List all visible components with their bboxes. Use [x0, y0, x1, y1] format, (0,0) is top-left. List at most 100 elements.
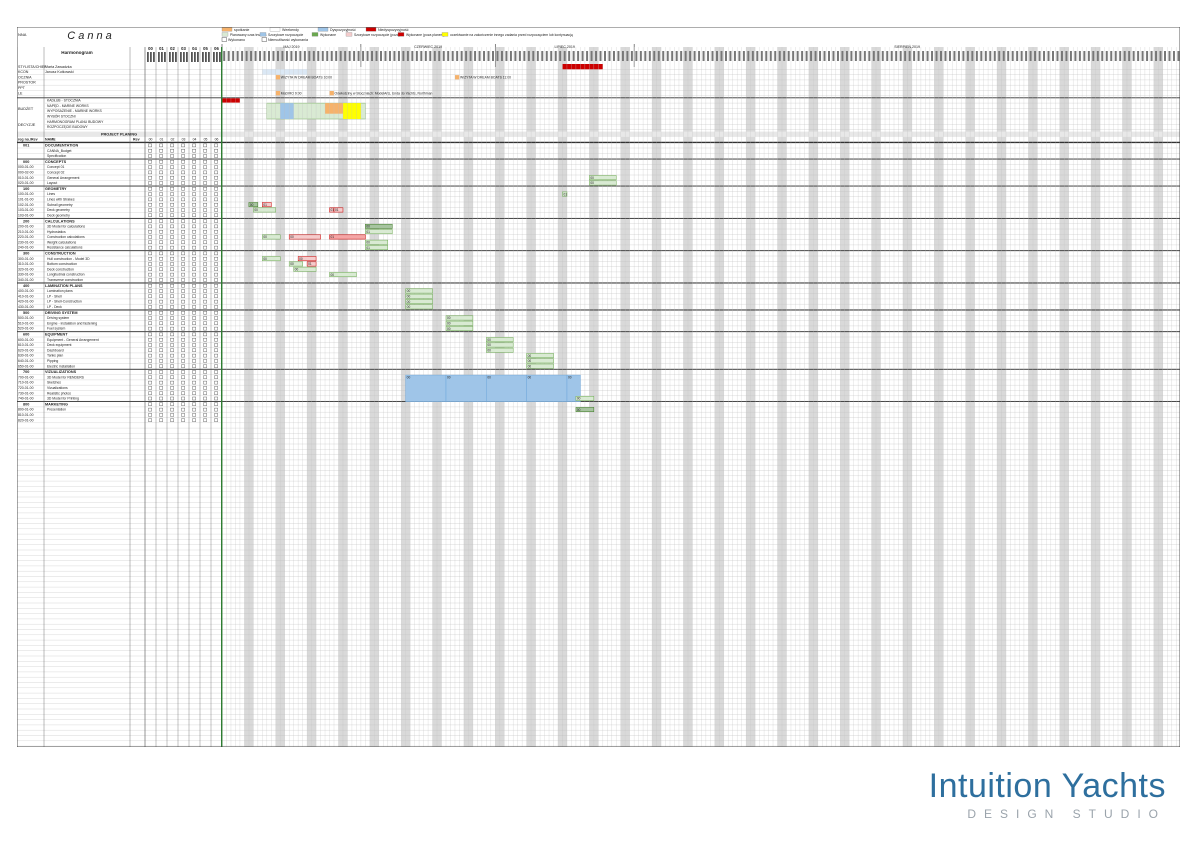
day-tick [805, 51, 808, 61]
day-tick [989, 51, 992, 61]
weekend-column [1001, 47, 1006, 747]
gantt-bar-label: 00 [407, 376, 411, 380]
day-tick [411, 51, 414, 61]
day-tick [263, 51, 266, 61]
rev-checkbox [214, 359, 218, 363]
rev-checkbox [181, 181, 185, 185]
row-name: Subrail geometry [47, 203, 73, 207]
day-tick [245, 51, 248, 61]
rev-checkbox [192, 235, 196, 239]
rev-checkbox [170, 359, 174, 363]
gantt-bar [526, 374, 568, 402]
nna-label: NNA [18, 32, 27, 37]
weekend-column [1064, 47, 1069, 747]
gantt-bar-label: 01 [335, 208, 339, 212]
meeting-marker [275, 75, 281, 80]
row-name: Deck geometry [47, 208, 70, 212]
rev-checkbox [170, 192, 174, 196]
row-code: 310-01-00 [18, 262, 34, 266]
row-name: Concept 02 [47, 171, 64, 175]
day-tick [823, 51, 826, 61]
row-code: 740-01-00 [18, 397, 34, 401]
rev-status-glyph [197, 52, 199, 62]
day-tick [1056, 51, 1059, 61]
weekend-column [280, 47, 285, 747]
day-tick [1132, 51, 1135, 61]
day-tick [308, 51, 311, 61]
day-tick [868, 51, 871, 61]
rev-checkbox [192, 359, 196, 363]
day-tick [577, 51, 580, 61]
rev-checkbox [148, 299, 152, 304]
rev-checkbox [181, 402, 185, 406]
section-title: MARKETING [45, 403, 68, 407]
rev-checkbox [192, 219, 196, 223]
day-tick [1092, 51, 1095, 61]
rev-checkbox [148, 181, 152, 185]
availability-cell [298, 69, 303, 75]
rev-checkbox [159, 149, 163, 153]
day-tick [1047, 51, 1050, 61]
unavailable-cell [580, 64, 585, 70]
section-code: 000 [23, 160, 29, 164]
rev-status-glyph [208, 52, 210, 62]
day-tick [527, 51, 530, 61]
rev-checkbox [203, 321, 207, 325]
legend-swatch [317, 27, 329, 32]
rev-checkbox [203, 359, 207, 363]
day-tick [1087, 51, 1090, 61]
rev-checkbox [192, 272, 196, 277]
rev-checkbox [170, 208, 174, 212]
day-tick [621, 51, 624, 61]
rev-checkbox [203, 267, 207, 271]
row-name: Layout [47, 181, 57, 185]
day-tick [460, 51, 463, 61]
rev-checkbox [159, 332, 163, 337]
legend-swatch [365, 27, 377, 32]
unavailable-cell [593, 64, 599, 70]
rev-checkbox [203, 396, 207, 401]
legend-swatch [259, 32, 267, 37]
weekend-column [902, 47, 908, 747]
gantt-bar-label: 00 [407, 300, 411, 304]
rev-status-glyph [194, 52, 196, 62]
row-name: Vizualizations [47, 386, 68, 390]
rev-checkbox [181, 245, 185, 250]
day-tick [854, 51, 857, 61]
budget-bar [280, 103, 294, 119]
weekend-column [620, 47, 626, 747]
budget-group-label: DECYZJE [18, 123, 36, 127]
day-tick [984, 51, 987, 61]
row-code: 103-01-00 [18, 208, 34, 212]
day-tick [796, 51, 799, 61]
row-name: Engine - instalation and fastening [47, 321, 97, 325]
day-tick [518, 51, 521, 61]
rev-checkbox [148, 154, 152, 158]
gantt-bar [445, 374, 487, 402]
rev-checkbox [203, 413, 207, 417]
weekend-column [1091, 47, 1096, 747]
gantt-bar-label: 01 [366, 246, 370, 250]
row-code: 800-01-00 [18, 408, 34, 412]
day-tick [1029, 51, 1032, 61]
day-tick [496, 51, 499, 61]
row-name: Deck equipment [47, 343, 72, 347]
rev-status-glyph [147, 52, 149, 62]
day-tick [702, 51, 705, 61]
day-tick [742, 51, 745, 61]
person-role: STYLISTA/CHIEF [18, 65, 47, 69]
weekend-column [746, 47, 751, 747]
rev-checkbox [159, 407, 163, 412]
rev-checkbox [181, 170, 185, 175]
rev-checkbox [192, 294, 196, 298]
row-code: 600-01-00 [18, 338, 34, 342]
budget-item: NAPĘD - MARINE WORKS [47, 104, 89, 108]
rev-checkbox [181, 375, 185, 379]
gantt-bar-label: 00 [407, 295, 411, 299]
day-tick [456, 51, 459, 61]
row-name: Hydrostatics [47, 230, 66, 234]
rev-checkbox [203, 224, 207, 229]
rev-checkbox [170, 396, 174, 401]
row-name: Lines [47, 192, 55, 196]
row-name: Sketches [47, 381, 61, 385]
